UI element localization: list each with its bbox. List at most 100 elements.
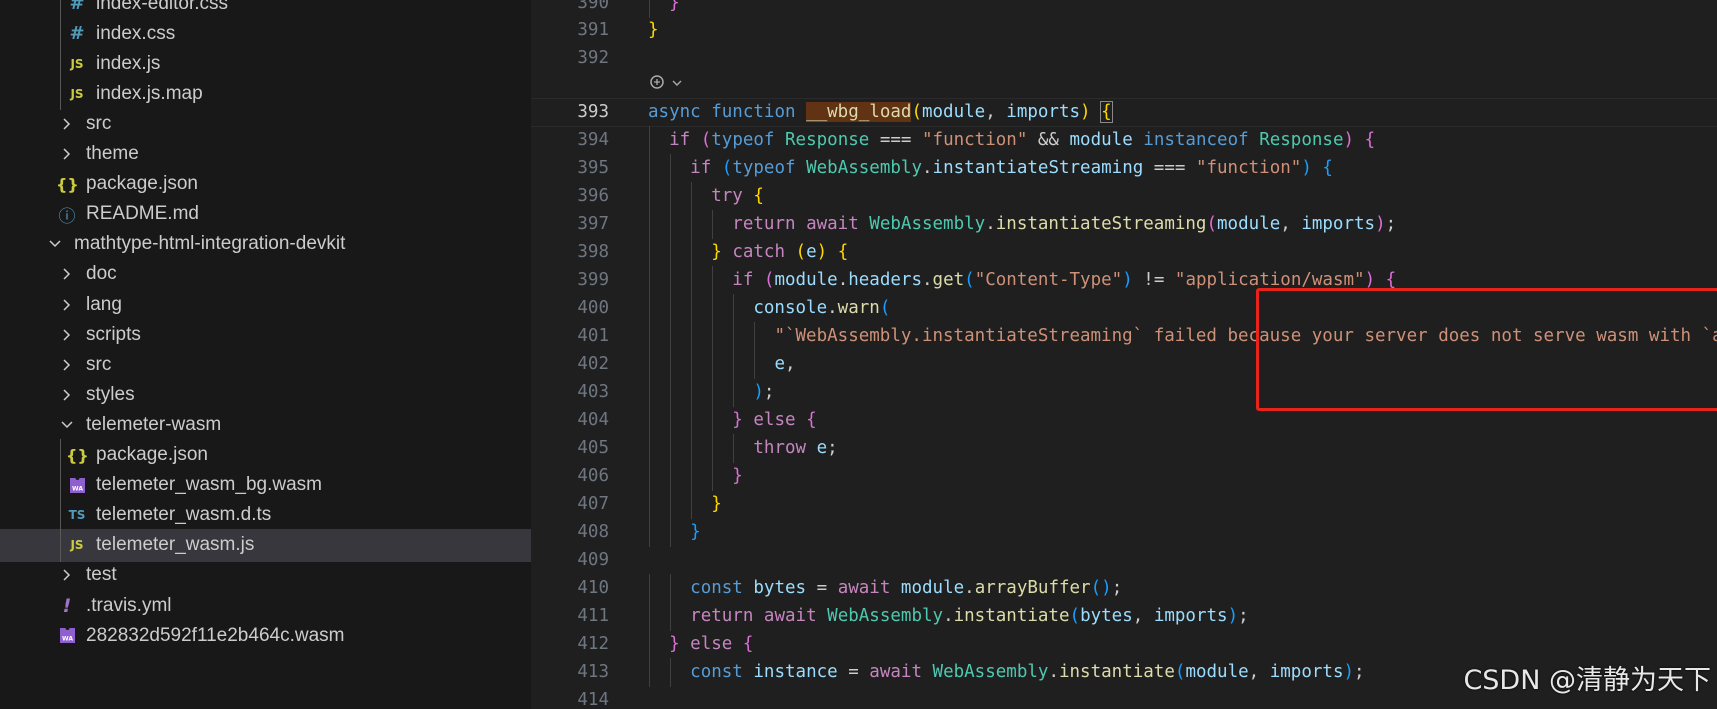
line-number: 394	[577, 130, 609, 150]
yml-file-icon: !	[62, 594, 72, 617]
tree-file-package-json[interactable]: {} package.json	[0, 438, 531, 472]
line-number: 407	[577, 494, 609, 514]
tree-file-telemeter-wasm-bg-wasm[interactable]: WA telemeter_wasm_bg.wasm	[0, 468, 531, 502]
tree-folder-doc[interactable]: doc	[0, 258, 531, 291]
code-line-392[interactable]: 392	[531, 44, 1717, 73]
code-line-396[interactable]: 396 try {	[531, 182, 1717, 211]
code-token: if	[669, 130, 691, 150]
tree-file-282832d592f11e2b464c-wasm[interactable]: WA 282832d592f11e2b464c.wasm	[0, 619, 531, 652]
code-token: ;	[1354, 662, 1365, 682]
explorer-sidebar: # index-editor.css # index.css JS index.js JS i…	[0, 0, 531, 709]
tree-file-package-json[interactable]: {} package.json	[0, 168, 531, 201]
tree-file-index-js[interactable]: JS index.js	[0, 47, 531, 81]
chevron-right-icon	[56, 328, 78, 342]
indent-guide	[712, 266, 714, 295]
code-line-399[interactable]: 399 if (module.headers.get("Content-Type…	[531, 266, 1717, 295]
tree-folder-telemeter-wasm[interactable]: telemeter-wasm	[0, 408, 531, 441]
code-token: await	[837, 578, 891, 598]
code-line-412[interactable]: 412 } else {	[531, 630, 1717, 659]
code-line-411[interactable]: 411 return await WebAssembly.instantiate…	[531, 602, 1717, 631]
code-token: else	[753, 410, 796, 430]
code-line-400[interactable]: 400 console.warn(	[531, 294, 1717, 323]
code-token: =	[806, 578, 838, 598]
code-token: )	[1122, 270, 1133, 290]
tree-folder-lang[interactable]: lang	[0, 288, 531, 321]
copilot-icon[interactable]	[649, 74, 665, 94]
js-file-icon: JS	[70, 56, 84, 71]
code-line-404[interactable]: 404 } else {	[531, 406, 1717, 435]
code-token: )	[1343, 130, 1355, 150]
tree-folder-mathtype-html-integration-devkit[interactable]: mathtype-html-integration-devkit	[0, 228, 531, 261]
tree-item-label: telemeter_wasm.js	[96, 534, 255, 556]
indent-guide	[733, 322, 735, 351]
code-token: instantiateStreaming	[995, 214, 1207, 234]
line-number: 402	[577, 354, 609, 374]
code-token: }	[669, 0, 680, 13]
line-number: 400	[577, 298, 609, 318]
code-line-398[interactable]: 398 } catch (e) {	[531, 238, 1717, 267]
code-token: {	[1322, 158, 1333, 178]
code-line-390[interactable]: 390 }	[531, 0, 1717, 18]
indent-guide	[60, 438, 61, 472]
code-line-397[interactable]: 397 return await WebAssembly.instantiate…	[531, 210, 1717, 239]
chevron-down-icon[interactable]	[671, 75, 683, 93]
code-line-406[interactable]: 406 }	[531, 462, 1717, 491]
tree-file--travis-yml[interactable]: ! .travis.yml	[0, 589, 531, 622]
code-token: await	[869, 662, 922, 682]
indent-guide	[733, 378, 735, 407]
code-token: __wbg_load	[806, 102, 912, 122]
code-text: "`WebAssembly.instantiateStreaming` fail…	[648, 322, 1717, 351]
tree-file-telemeter-wasm-d-ts[interactable]: TS telemeter_wasm.d.ts	[0, 498, 531, 532]
code-line-403[interactable]: 403 );	[531, 378, 1717, 407]
line-number: 392	[577, 48, 609, 68]
code-line-393[interactable]: 393 async function __wbg_load(module, imp…	[531, 98, 1717, 127]
indent-guide	[670, 182, 672, 211]
code-line-395[interactable]: 395 if (typeof WebAssembly.instantiateSt…	[531, 154, 1717, 183]
css-file-icon: #	[69, 23, 85, 45]
tree-file-index-css[interactable]: # index.css	[0, 17, 531, 51]
tree-folder-src[interactable]: src	[0, 107, 531, 140]
code-line-391[interactable]: 391}	[531, 16, 1717, 45]
code-token: !=	[1132, 270, 1175, 290]
tree-folder-theme[interactable]: theme	[0, 138, 531, 171]
tree-file-index-js-map[interactable]: JS index.js.map	[0, 77, 531, 111]
code-text: if (module.headers.get("Content-Type") !…	[648, 266, 1396, 295]
code-line-410[interactable]: 410 const bytes = await module.arrayBuff…	[531, 574, 1717, 603]
code-token: module	[1185, 662, 1249, 682]
tree-item-label: mathtype-html-integration-devkit	[74, 233, 346, 255]
code-token: instanceof	[1143, 130, 1249, 150]
tree-folder-styles[interactable]: styles	[0, 378, 531, 411]
code-token: "Content-Type"	[974, 270, 1123, 290]
code-line-402[interactable]: 402 e,	[531, 350, 1717, 379]
code-line-409[interactable]: 409	[531, 546, 1717, 575]
code-line-401[interactable]: 401 "`WebAssembly.instantiateStreaming` …	[531, 322, 1717, 351]
code-token: arrayBuffer	[974, 578, 1091, 598]
code-editor[interactable]: 390 } 391} 392 393 async function __wbg_load…	[531, 0, 1717, 709]
indent-guide	[649, 490, 650, 519]
code-line-405[interactable]: 405 throw e;	[531, 434, 1717, 463]
code-token: .	[827, 298, 838, 318]
code-token: )	[1364, 270, 1376, 290]
codelens-actions[interactable]	[649, 74, 683, 94]
info-icon: ⓘ	[58, 206, 76, 227]
line-number: 401	[577, 326, 609, 346]
indent-guide	[712, 210, 714, 239]
tree-folder-src[interactable]: src	[0, 348, 531, 381]
tree-file-telemeter-wasm-js[interactable]: JS telemeter_wasm.js	[0, 528, 531, 562]
tree-file-readme-md[interactable]: ⓘ README.md	[0, 198, 531, 231]
code-text: } catch (e) {	[648, 238, 848, 267]
line-number: 414	[577, 690, 609, 709]
code-line-407[interactable]: 407 }	[531, 490, 1717, 519]
code-token: instantiateStreaming	[932, 158, 1144, 178]
tree-folder-scripts[interactable]: scripts	[0, 318, 531, 351]
code-line-394[interactable]: 394 if (typeof Response === "function" &…	[531, 126, 1717, 155]
code-line-408[interactable]: 408 }	[531, 518, 1717, 547]
tree-folder-test[interactable]: test	[0, 559, 531, 592]
code-token: bytes	[753, 578, 807, 598]
code-token: return	[732, 214, 796, 234]
